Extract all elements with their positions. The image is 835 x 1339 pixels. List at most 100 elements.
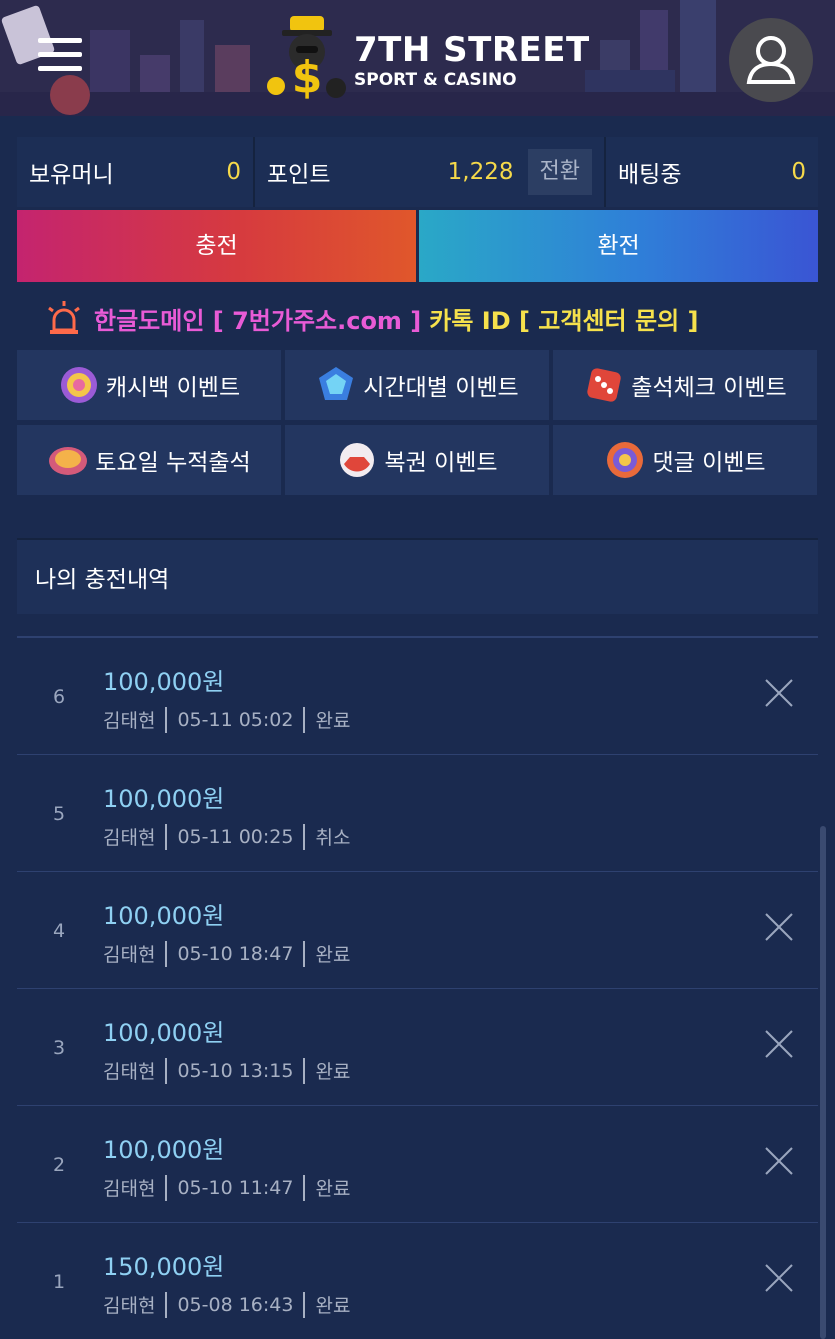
event-label: 토요일 누적출석 — [95, 450, 251, 476]
delete-close-icon[interactable] — [764, 1263, 794, 1293]
row-number: 5 — [53, 803, 66, 825]
row-meta: 김태현 05-11 00:25 취소 — [103, 823, 350, 850]
point-label: 포인트 — [267, 162, 331, 188]
exchange-button[interactable]: 환전 — [419, 210, 818, 282]
divider — [303, 1291, 306, 1318]
cashback-icon — [60, 367, 97, 403]
charge-history-list: 6 100,000원 김태현 05-11 05:02 완료 5 100,000원 김태현 05-… — [17, 636, 818, 1339]
row-number: 3 — [53, 1037, 66, 1059]
row-status: 완료 — [315, 1178, 351, 1200]
domain-notice-text: 한글도메인 [ 7번가주소.com ] — [94, 306, 422, 335]
row-date: 05-11 00:25 — [177, 825, 294, 848]
money-cell: 보유머니 0 — [17, 137, 253, 207]
top-header: $ 7TH STREET SPORT & CASINO — [0, 0, 835, 116]
event-lottery[interactable]: 복권 이벤트 — [285, 425, 549, 495]
event-time[interactable]: 시간대별 이벤트 — [285, 350, 549, 420]
row-name: 김태현 — [103, 1295, 156, 1317]
row-date: 05-11 05:02 — [177, 708, 294, 731]
event-saturday[interactable]: 토요일 누적출석 — [17, 425, 281, 495]
chip-icon — [49, 447, 88, 475]
logo-subtitle: SPORT & CASINO — [354, 70, 517, 90]
row-amount: 100,000원 — [103, 1019, 225, 1047]
delete-close-icon[interactable] — [764, 912, 794, 942]
history-row: 1 150,000원김태현 05-08 16:43 완료 — [17, 1223, 818, 1339]
row-amount: 100,000원 — [103, 902, 225, 930]
event-comment[interactable]: 댓글 이벤트 — [553, 425, 817, 495]
point-convert-button[interactable]: 전환 — [527, 149, 592, 195]
delete-close-icon[interactable] — [764, 1029, 794, 1059]
row-amount: 150,000원 — [103, 1253, 225, 1281]
event-label: 댓글 이벤트 — [652, 450, 766, 476]
row-date: 05-10 13:15 — [177, 1059, 294, 1082]
logo-title: 7TH STREET — [354, 30, 590, 70]
row-name: 김태현 — [103, 1178, 156, 1200]
event-label: 출석체크 이벤트 — [631, 375, 787, 401]
row-amount: 100,000원 — [103, 1136, 225, 1164]
divider — [165, 706, 168, 733]
row-meta: 김태현 05-08 16:43 완료 — [103, 1291, 350, 1318]
user-profile-icon[interactable] — [729, 18, 813, 102]
money-value: 0 — [226, 159, 241, 185]
row-number: 4 — [53, 920, 66, 942]
row-meta: 김태현 05-10 11:47 완료 — [103, 1174, 350, 1201]
divider — [303, 1174, 306, 1201]
history-row: 3 100,000원김태현 05-10 13:15 완료 — [17, 989, 818, 1106]
event-cashback[interactable]: 캐시백 이벤트 — [17, 350, 281, 420]
divider — [165, 823, 168, 850]
charge-button[interactable]: 충전 — [17, 210, 416, 282]
row-date: 05-08 16:43 — [177, 1293, 294, 1316]
row-status: 완료 — [315, 710, 351, 732]
row-name: 김태현 — [103, 1061, 156, 1083]
row-status: 완료 — [315, 1061, 351, 1083]
row-status: 완료 — [315, 1295, 351, 1317]
money-label: 보유머니 — [29, 162, 114, 188]
delete-close-icon[interactable] — [764, 678, 794, 708]
event-label: 시간대별 이벤트 — [363, 375, 519, 401]
row-number: 2 — [53, 1154, 66, 1176]
divider — [303, 823, 306, 850]
charge-history-header: 나의 충전내역 — [17, 538, 818, 614]
point-value: 1,228 — [447, 159, 514, 185]
divider — [303, 940, 306, 967]
betting-value: 0 — [791, 159, 806, 185]
row-number: 6 — [53, 686, 66, 708]
row-amount: 100,000원 — [103, 785, 225, 813]
row-number: 1 — [53, 1271, 66, 1293]
gem-icon — [319, 367, 354, 400]
point-cell: 포인트 1,228 전환 — [253, 137, 604, 207]
row-name: 김태현 — [103, 944, 156, 966]
event-attendance[interactable]: 출석체크 이벤트 — [553, 350, 817, 420]
divider — [165, 1174, 168, 1201]
event-label: 복권 이벤트 — [384, 450, 498, 476]
row-name: 김태현 — [103, 710, 156, 732]
row-meta: 김태현 05-11 05:02 완료 — [103, 706, 350, 733]
row-meta: 김태현 05-10 18:47 완료 — [103, 940, 350, 967]
event-label: 캐시백 이벤트 — [105, 375, 241, 401]
divider — [165, 1291, 168, 1318]
divider — [303, 1057, 306, 1084]
betting-label: 배팅중 — [618, 162, 682, 188]
menu-hamburger-icon[interactable] — [38, 38, 82, 76]
notice-banner[interactable]: 한글도메인 [ 7번가주소.com ] 카톡 ID [ 고객센터 문의 ] — [44, 296, 698, 340]
scrollbar[interactable] — [820, 826, 826, 1339]
row-date: 05-10 11:47 — [177, 1176, 294, 1199]
divider — [165, 1057, 168, 1084]
row-date: 05-10 18:47 — [177, 942, 294, 965]
kakao-notice-text: 카톡 ID [ 고객센터 문의 ] — [429, 306, 699, 335]
betting-cell: 배팅중 0 — [604, 137, 818, 207]
alarm-siren-icon — [48, 301, 80, 334]
history-row: 6 100,000원김태현 05-11 05:02 완료 — [17, 638, 818, 755]
row-status: 완료 — [315, 944, 351, 966]
wheel-icon — [607, 442, 644, 478]
section-title: 나의 충전내역 — [35, 567, 170, 593]
row-status: 취소 — [315, 827, 351, 849]
site-logo[interactable]: $ 7TH STREET SPORT & CASINO — [262, 12, 589, 104]
events-grid: 캐시백 이벤트 시간대별 이벤트 출석체크 이벤트 토요일 누적출석 복권 이벤… — [17, 350, 818, 500]
dice-icon — [587, 368, 621, 402]
history-row: 5 100,000원 김태현 05-11 00:25 취소 — [17, 755, 818, 872]
balance-bar: 보유머니 0 포인트 1,228 전환 배팅중 0 — [17, 137, 818, 207]
history-row: 4 100,000원김태현 05-10 18:47 완료 — [17, 872, 818, 989]
ball-icon — [340, 443, 375, 477]
delete-close-icon[interactable] — [764, 1146, 794, 1176]
row-amount: 100,000원 — [103, 668, 225, 696]
